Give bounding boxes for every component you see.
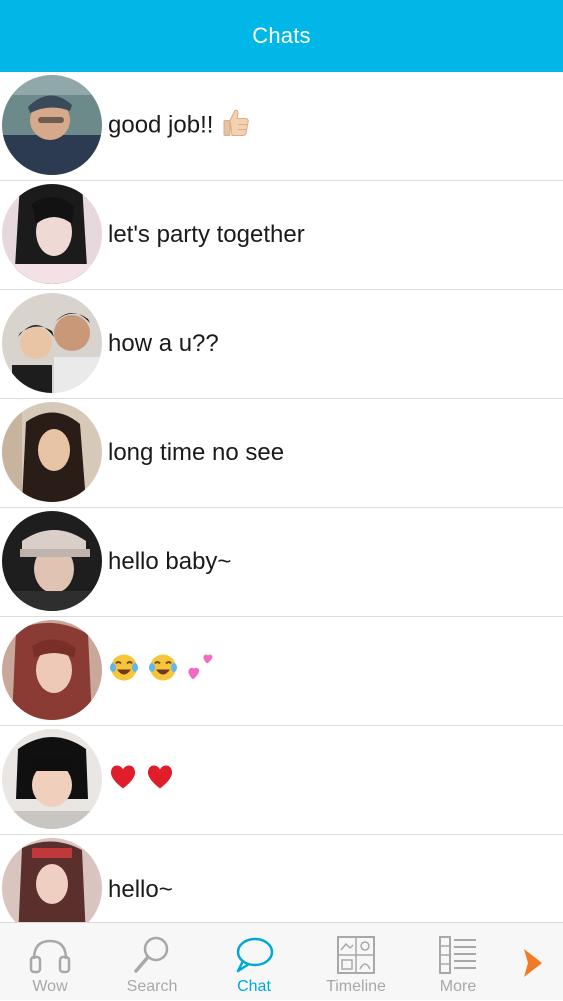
chat-list[interactable]: good job!! let's party together how a u?…: [0, 72, 563, 922]
chat-message: how a u??: [108, 330, 219, 357]
headphones-icon: [28, 933, 72, 977]
tears-of-joy-icon: [108, 652, 140, 691]
chat-message: hello~: [108, 875, 173, 903]
chevron-right-icon[interactable]: [516, 945, 552, 981]
app-header: Chats: [0, 0, 563, 72]
speech-bubble-icon: [232, 933, 276, 977]
chat-row[interactable]: long time no see: [0, 399, 563, 508]
avatar[interactable]: [2, 75, 102, 175]
page-title: Chats: [252, 23, 311, 48]
chat-row[interactable]: hello baby~: [0, 508, 563, 617]
avatar[interactable]: [2, 402, 102, 502]
tab-search[interactable]: Search: [102, 923, 202, 1001]
avatar[interactable]: [2, 293, 102, 393]
chat-message: [108, 762, 175, 799]
chat-row[interactable]: [0, 726, 563, 835]
tab-more[interactable]: More: [408, 923, 508, 1001]
chat-row[interactable]: hello~: [0, 835, 563, 922]
tab-timeline[interactable]: Timeline: [306, 923, 406, 1001]
tears-of-joy-icon: [147, 652, 179, 691]
tab-bar: Wow Search Chat Timeline More: [0, 922, 563, 1000]
tab-chat[interactable]: Chat: [204, 923, 304, 1001]
two-hearts-icon: [185, 650, 217, 693]
chat-message: [108, 650, 217, 693]
chat-row[interactable]: [0, 617, 563, 726]
chat-message: good job!!: [108, 107, 252, 146]
avatar[interactable]: [2, 184, 102, 284]
magnifier-icon: [130, 933, 174, 977]
avatar[interactable]: [2, 729, 102, 829]
chat-row[interactable]: let's party together: [0, 181, 563, 290]
avatar[interactable]: [2, 620, 102, 720]
chat-message: let's party together: [108, 221, 305, 248]
chat-row[interactable]: how a u??: [0, 290, 563, 399]
red-heart-icon: [145, 762, 175, 799]
chat-row[interactable]: good job!!: [0, 72, 563, 181]
thumbs-up-icon: [220, 107, 252, 146]
red-heart-icon: [108, 762, 138, 799]
tab-wow[interactable]: Wow: [0, 923, 100, 1001]
chat-message: long time no see: [108, 439, 285, 466]
avatar[interactable]: [2, 511, 102, 611]
timeline-grid-icon: [334, 933, 378, 977]
chat-message: hello baby~: [108, 548, 232, 575]
list-icon: [436, 933, 480, 977]
avatar[interactable]: [2, 838, 102, 922]
